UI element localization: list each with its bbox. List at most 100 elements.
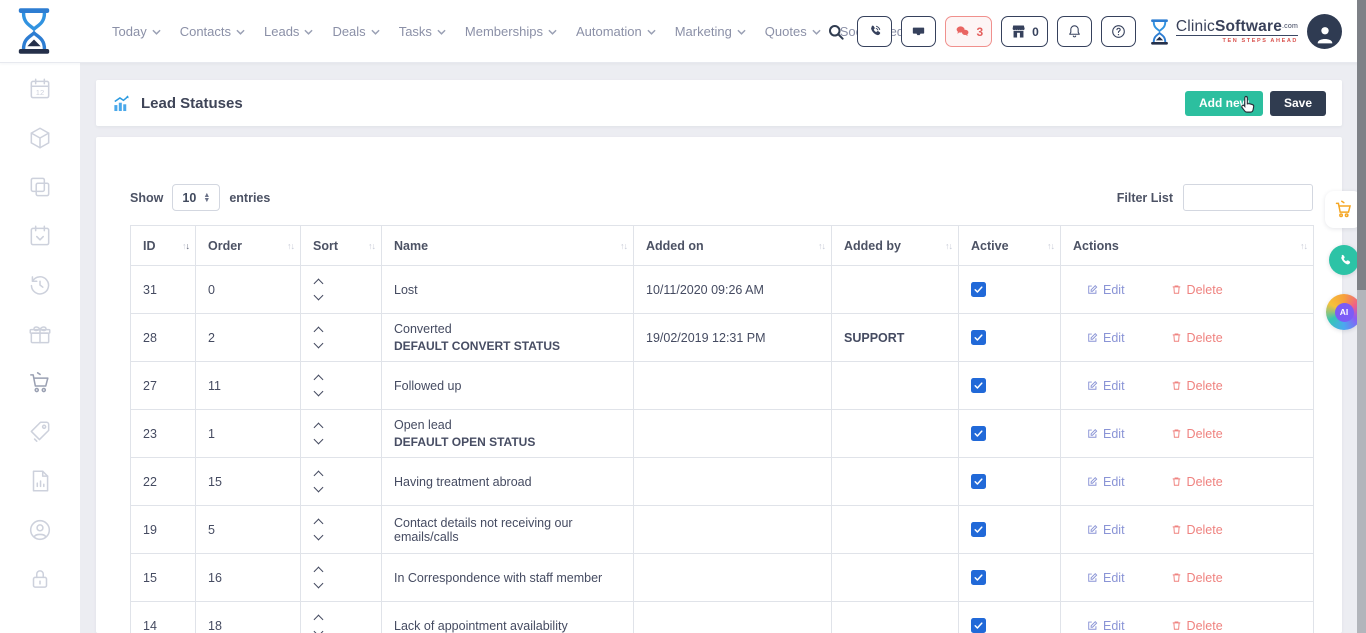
column-header-name[interactable]: Name↑↓ [382,226,634,266]
move-down-icon[interactable] [314,531,324,541]
add-new-button[interactable]: Add new [1185,91,1263,116]
nav-item-tasks[interactable]: Tasks [399,24,446,39]
sidebar-item-calendar-check[interactable] [27,223,53,249]
nav-item-leads[interactable]: Leads [264,24,313,39]
move-up-icon[interactable] [314,327,324,337]
column-header-actions[interactable]: Actions↑↓ [1061,226,1314,266]
nav-item-today[interactable]: Today [112,24,161,39]
active-checkbox[interactable] [971,282,986,297]
move-up-icon[interactable] [314,423,324,433]
column-header-id[interactable]: ID↑↓ [131,226,196,266]
active-checkbox[interactable] [971,618,986,633]
sidebar-item-tags[interactable] [27,419,53,445]
edit-button[interactable]: Edit [1087,475,1125,489]
sidebar-item-history[interactable] [27,272,53,298]
sidebar-item-report[interactable] [27,468,53,494]
column-header-order[interactable]: Order↑↓ [196,226,301,266]
delete-button[interactable]: Delete [1171,475,1223,489]
sort-arrows-icon[interactable]: ↑↓ [620,241,627,251]
help-button[interactable] [1101,16,1136,47]
active-checkbox[interactable] [971,474,986,489]
nav-item-quotes[interactable]: Quotes [765,24,821,39]
clinicsoftware-brand[interactable]: ClinicSoftware.com TEN STEPS AHEAD [1149,18,1298,46]
inbox-button[interactable] [901,16,936,47]
delete-button[interactable]: Delete [1171,523,1223,537]
delete-button[interactable]: Delete [1171,427,1223,441]
move-down-icon[interactable] [314,483,324,493]
edit-button[interactable]: Edit [1087,619,1125,633]
column-header-added-by[interactable]: Added by↑↓ [832,226,959,266]
move-down-icon[interactable] [314,339,324,349]
active-checkbox[interactable] [971,330,986,345]
save-button[interactable]: Save [1270,91,1326,116]
move-up-icon[interactable] [314,567,324,577]
nav-item-marketing[interactable]: Marketing [675,24,746,39]
sort-arrows-icon[interactable]: ↑↓ [818,241,825,251]
cell-name: Lost [394,283,418,297]
edit-button[interactable]: Edit [1087,523,1125,537]
filter-input[interactable] [1183,184,1313,211]
edit-button[interactable]: Edit [1087,331,1125,345]
sidebar-item-cart[interactable] [27,370,53,396]
chat-notifications-button[interactable]: 3 [945,16,992,47]
nav-item-deals[interactable]: Deals [332,24,379,39]
sidebar-item-gift[interactable] [27,321,53,347]
move-down-icon[interactable] [314,579,324,589]
active-checkbox[interactable] [971,522,986,537]
entries-select[interactable]: 10 ▲▼ [172,184,220,211]
sidebar-item-copy[interactable] [27,174,53,200]
user-avatar[interactable] [1307,14,1342,49]
nav-item-automation[interactable]: Automation [576,24,656,39]
sort-arrows-icon[interactable]: ↑↓ [1047,241,1054,251]
package-icon [27,125,53,151]
sidebar-item-package[interactable] [27,125,53,151]
edit-button[interactable]: Edit [1087,283,1125,297]
move-down-icon[interactable] [314,387,324,397]
sort-arrows-icon[interactable]: ↑↓ [368,241,375,251]
delete-button[interactable]: Delete [1171,379,1223,393]
active-checkbox[interactable] [971,426,986,441]
window-scrollbar-track[interactable] [1357,0,1366,633]
move-down-icon[interactable] [314,435,324,445]
active-checkbox[interactable] [971,378,986,393]
phone-calls-button[interactable] [857,16,892,47]
store-button[interactable]: 0 [1001,16,1048,47]
search-icon[interactable] [826,22,846,42]
sidebar-item-account[interactable] [27,517,53,543]
notifications-button[interactable] [1057,16,1092,47]
nav-item-contacts[interactable]: Contacts [180,24,245,39]
move-down-icon[interactable] [314,291,324,301]
sort-arrows-icon[interactable]: ↑↓ [1300,241,1307,251]
chevron-down-icon [371,29,380,35]
move-up-icon[interactable] [314,375,324,385]
move-up-icon[interactable] [314,471,324,481]
edit-button[interactable]: Edit [1087,379,1125,393]
move-down-icon[interactable] [314,627,324,633]
column-header-added-on[interactable]: Added on↑↓ [634,226,832,266]
column-header-active[interactable]: Active↑↓ [959,226,1061,266]
move-up-icon[interactable] [314,279,324,289]
clinicsoftware-logo-icon[interactable] [15,7,53,55]
window-scrollbar-thumb[interactable] [1357,0,1366,290]
sort-arrows-icon[interactable]: ↑↓ [945,241,952,251]
sort-arrows-icon[interactable]: ↑↓ [287,241,294,251]
nav-item-memberships[interactable]: Memberships [465,24,557,39]
move-up-icon[interactable] [314,615,324,625]
column-header-sort[interactable]: Sort ↑↓ [301,226,382,266]
column-label: Sort [313,239,338,253]
move-up-icon[interactable] [314,519,324,529]
edit-button[interactable]: Edit [1087,427,1125,441]
active-checkbox[interactable] [971,570,986,585]
sort-arrows-icon[interactable]: ↑↓ [182,241,189,251]
trash-icon [1171,524,1182,535]
chevron-down-icon [152,29,161,35]
sidebar-item-lock[interactable] [27,566,53,592]
cell-id: 14 [143,619,157,633]
delete-button[interactable]: Delete [1171,619,1223,633]
delete-button[interactable]: Delete [1171,571,1223,585]
delete-button[interactable]: Delete [1171,331,1223,345]
floating-phone-button[interactable] [1329,245,1359,275]
edit-button[interactable]: Edit [1087,571,1125,585]
sidebar-item-calendar[interactable]: 12 [27,76,53,102]
delete-button[interactable]: Delete [1171,283,1223,297]
